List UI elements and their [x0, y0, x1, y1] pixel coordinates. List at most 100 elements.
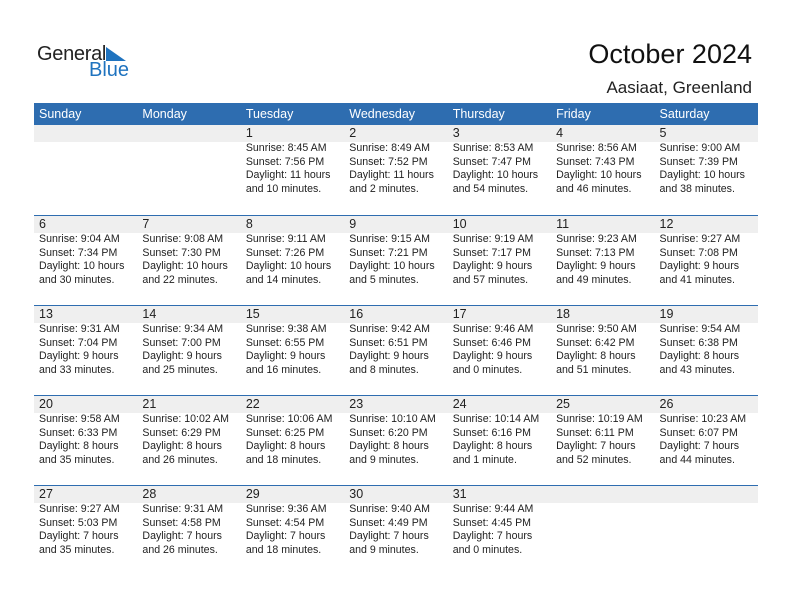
calendar-grid: Sunday Monday Tuesday Wednesday Thursday Frid…: [34, 103, 758, 575]
sunset-text: Sunset: 6:42 PM: [556, 336, 635, 349]
sunrise-text: Sunrise: 9:34 AM: [142, 323, 224, 335]
day-info-row: Sunrise: 9:04 AM Sunset: 7:34 PM Daylight:…: [34, 233, 758, 287]
day-number: 15: [245, 307, 260, 321]
sunrise-text: Sunrise: 9:31 AM: [39, 323, 120, 335]
sunset-text: Sunset: 7:08 PM: [659, 246, 738, 259]
weekday-monday: Monday: [142, 107, 187, 121]
daylight-text: and 16 minutes.: [245, 363, 322, 376]
sunset-text: Sunset: 6:11 PM: [556, 426, 634, 439]
daylight-text: Daylight: 7 hours: [245, 530, 326, 542]
day-number: [137, 125, 240, 142]
sunrise-text: Sunrise: 9:46 AM: [452, 323, 534, 335]
day-number: 17: [452, 307, 467, 321]
daylight-text: Daylight: 11 hours: [349, 169, 434, 181]
daylight-text: and 30 minutes.: [39, 273, 115, 286]
day-number: 29: [245, 487, 260, 501]
day-cell: Sunrise: 9:11 AM Sunset: 7:26 PM Daylight:…: [241, 233, 344, 287]
sunset-text: Sunset: 6:55 PM: [245, 336, 325, 349]
sunset-text: Sunset: 6:46 PM: [452, 336, 532, 349]
sunrise-text: Sunrise: 9:04 AM: [39, 233, 120, 245]
sunrise-text: Sunrise: 9:23 AM: [556, 233, 637, 245]
day-cell: Sunrise: 8:45 AM Sunset: 7:56 PM Daylight:…: [241, 142, 344, 196]
sunset-text: Sunset: 6:20 PM: [349, 426, 428, 439]
date-band: 27 28 29 30 31: [34, 486, 758, 503]
weekday-header: Sunday Monday Tuesday Wednesday Thursday Frid…: [34, 103, 758, 125]
sunrise-text: Sunrise: 9:54 AM: [659, 323, 741, 335]
sunset-text: Sunset: 4:45 PM: [452, 516, 532, 529]
daylight-text: and 9 minutes.: [349, 543, 419, 556]
day-cell: Sunrise: 9:38 AM Sunset: 6:55 PM Daylight:…: [241, 323, 344, 377]
sunset-text: Sunset: 6:16 PM: [452, 426, 532, 439]
day-info-row: Sunrise: 9:31 AM Sunset: 7:04 PM Daylight:…: [34, 323, 758, 377]
sunset-text: Sunset: 7:52 PM: [349, 155, 428, 168]
daylight-text: and 52 minutes.: [556, 453, 632, 466]
sunrise-text: Sunrise: 10:14 AM: [452, 413, 540, 425]
daylight-text: and 10 minutes.: [245, 182, 322, 195]
day-number: 5: [659, 126, 667, 140]
sunrise-text: Sunrise: 9:11 AM: [245, 233, 326, 245]
day-number: 12: [659, 217, 674, 231]
sunset-text: Sunset: 6:33 PM: [39, 426, 118, 439]
daylight-text: Daylight: 7 hours: [349, 530, 429, 542]
sunrise-text: Sunrise: 9:15 AM: [349, 233, 430, 245]
brand-logo: General Blue: [37, 43, 137, 83]
sunrise-text: Sunrise: 9:36 AM: [245, 503, 327, 515]
day-cell: Sunrise: 10:19 AM Sunset: 6:11 PM Daylight…: [551, 413, 654, 467]
day-number: 30: [349, 487, 364, 501]
sunset-text: Sunset: 7:43 PM: [556, 155, 635, 168]
daylight-text: Daylight: 9 hours: [659, 260, 740, 272]
daylight-text: Daylight: 8 hours: [556, 350, 636, 362]
daylight-text: and 44 minutes.: [659, 453, 735, 466]
daylight-text: and 38 minutes.: [659, 182, 735, 195]
day-number: [655, 486, 758, 503]
day-number: 9: [349, 217, 357, 231]
daylight-text: and 57 minutes.: [452, 273, 529, 286]
sunset-text: Sunset: 4:58 PM: [142, 516, 221, 529]
sunset-text: Sunset: 6:38 PM: [659, 336, 738, 349]
daylight-text: Daylight: 9 hours: [39, 350, 119, 362]
daylight-text: Daylight: 9 hours: [452, 350, 533, 362]
sunset-text: Sunset: 7:26 PM: [245, 246, 325, 259]
daylight-text: Daylight: 7 hours: [39, 530, 119, 542]
daylight-text: Daylight: 8 hours: [659, 350, 740, 362]
day-number: 26: [659, 397, 674, 411]
week-row: 1 2 3 4 5 Sunrise: 8:45 AM Sunset: 7:56 PM Dayl…: [34, 125, 758, 215]
daylight-text: and 14 minutes.: [245, 273, 322, 286]
weekday-saturday: Saturday: [659, 107, 710, 121]
daylight-text: Daylight: 10 hours: [39, 260, 125, 272]
week-row: 13 14 15 16 17 18 19 Sunrise: 9:31 AM Sunset: 7:…: [34, 305, 758, 395]
sunrise-text: Sunrise: 8:49 AM: [349, 142, 430, 154]
daylight-text: Daylight: 10 hours: [142, 260, 228, 272]
page-title: October 2024: [588, 39, 752, 69]
sunset-text: Sunset: 7:34 PM: [39, 246, 118, 259]
daylight-text: and 0 minutes.: [452, 363, 523, 376]
day-number: 22: [245, 397, 260, 411]
day-number: 28: [142, 487, 157, 501]
day-cell: Sunrise: 10:02 AM Sunset: 6:29 PM Daylight…: [137, 413, 240, 467]
daylight-text: Daylight: 7 hours: [142, 530, 222, 542]
day-number: 27: [39, 487, 53, 501]
daylight-text: and 1 minute.: [452, 453, 517, 466]
day-info-row: Sunrise: 9:27 AM Sunset: 5:03 PM Daylight:…: [34, 503, 758, 557]
day-number: 2: [349, 126, 357, 140]
sunrise-text: Sunrise: 8:45 AM: [245, 142, 327, 154]
daylight-text: and 18 minutes.: [245, 543, 322, 556]
daylight-text: and 49 minutes.: [556, 273, 632, 286]
daylight-text: Daylight: 7 hours: [659, 440, 740, 452]
day-number: 19: [659, 307, 674, 321]
daylight-text: Daylight: 9 hours: [349, 350, 429, 362]
daylight-text: Daylight: 8 hours: [142, 440, 222, 452]
day-cell: Sunrise: 9:00 AM Sunset: 7:39 PM Daylight:…: [655, 142, 758, 196]
daylight-text: Daylight: 9 hours: [142, 350, 222, 362]
day-number: 25: [556, 397, 571, 411]
day-cell: Sunrise: 8:56 AM Sunset: 7:43 PM Daylight:…: [551, 142, 654, 196]
date-band: 20 21 22 23 24 25 26: [34, 396, 758, 413]
daylight-text: and 5 minutes.: [349, 273, 419, 286]
day-number: 24: [452, 397, 467, 411]
day-cell: Sunrise: 10:10 AM Sunset: 6:20 PM Daylight…: [344, 413, 447, 467]
day-cell: Sunrise: 9:36 AM Sunset: 4:54 PM Daylight:…: [241, 503, 344, 557]
logo-text-blue: Blue: [89, 59, 130, 81]
day-cell: Sunrise: 10:23 AM Sunset: 6:07 PM Daylight…: [655, 413, 758, 467]
sunrise-text: Sunrise: 9:50 AM: [556, 323, 637, 335]
daylight-text: and 22 minutes.: [142, 273, 218, 286]
